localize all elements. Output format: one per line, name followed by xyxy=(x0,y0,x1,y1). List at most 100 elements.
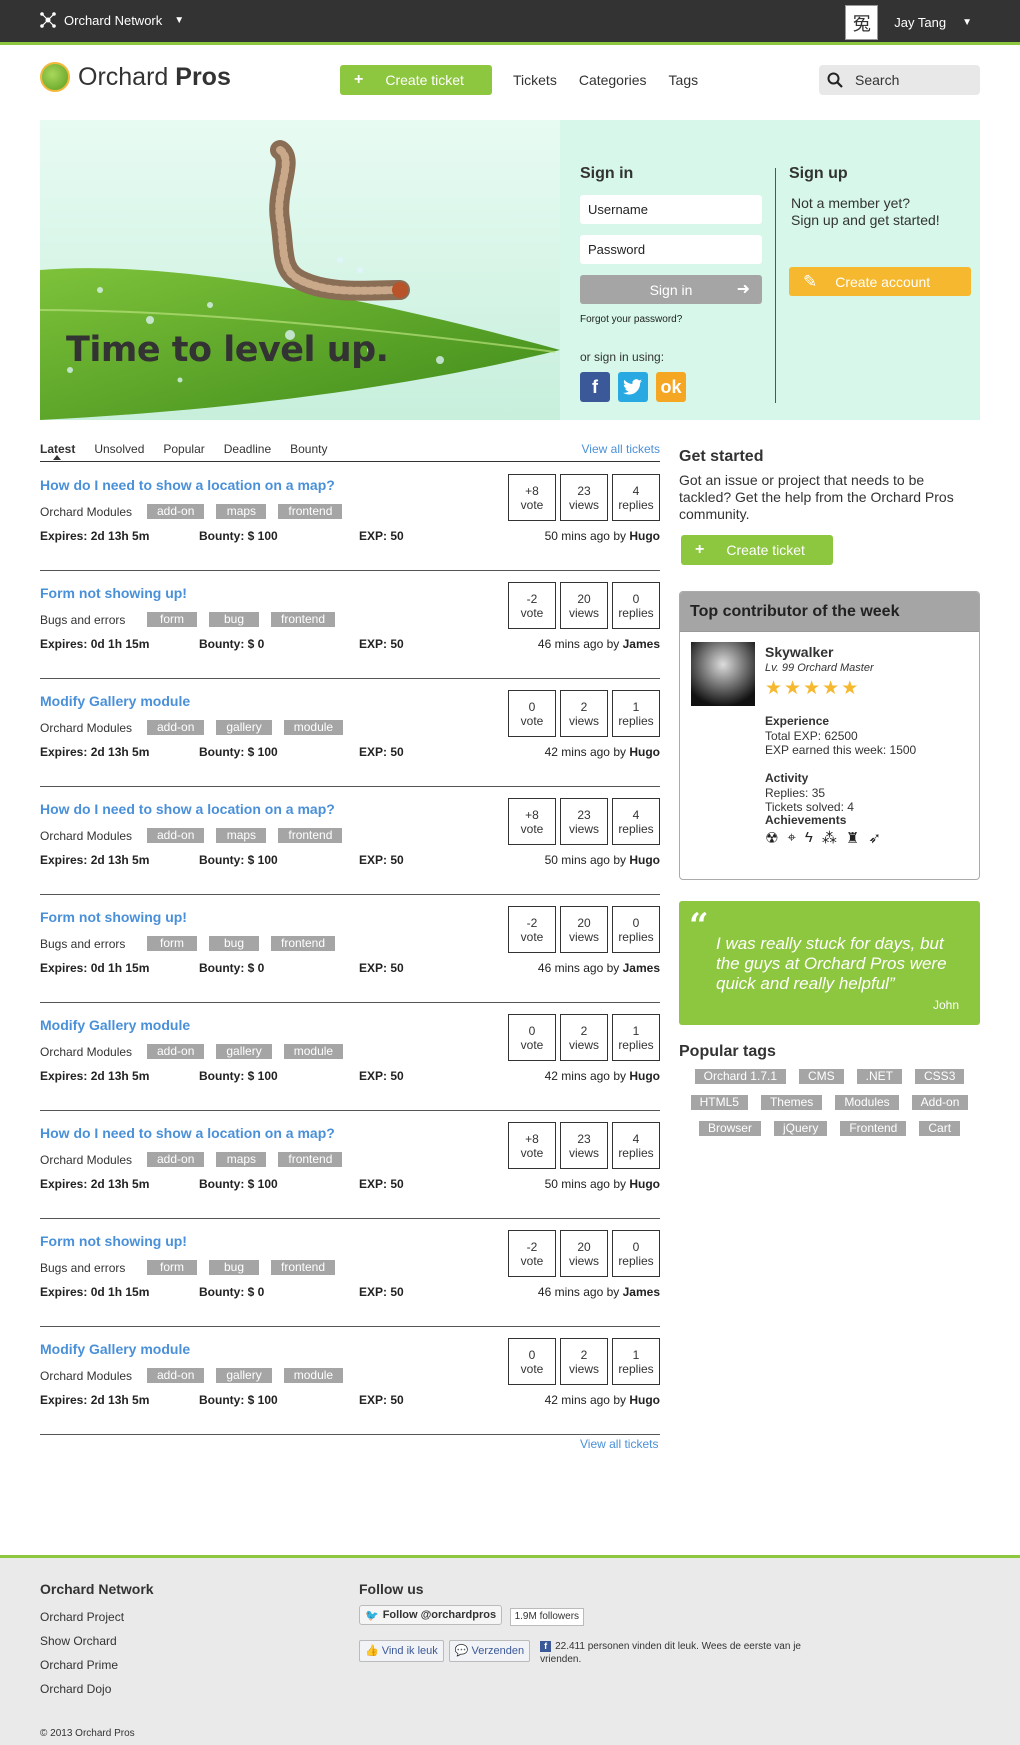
ticket-author[interactable]: James xyxy=(623,1285,660,1299)
ticket-category[interactable]: Orchard Modules xyxy=(40,829,132,843)
tag[interactable]: add-on xyxy=(147,1368,205,1383)
ticket-author[interactable]: James xyxy=(623,637,660,651)
vote-count[interactable]: 0 vote xyxy=(508,1014,556,1061)
tag[interactable]: form xyxy=(147,936,197,951)
popular-tag[interactable]: Cart xyxy=(919,1121,961,1136)
tag[interactable]: add-on xyxy=(147,504,205,519)
nav-categories[interactable]: Categories xyxy=(579,72,647,88)
twitter-icon[interactable] xyxy=(618,372,648,402)
popular-tag[interactable]: Add-on xyxy=(911,1095,969,1110)
ticket-title[interactable]: Form not showing up! xyxy=(40,585,187,601)
vote-count[interactable]: -2 vote xyxy=(508,582,556,629)
ticket-author[interactable]: Hugo xyxy=(629,529,660,543)
twitter-follow-button[interactable]: 🐦 Follow @orchardpros xyxy=(359,1605,503,1625)
ticket-title[interactable]: Form not showing up! xyxy=(40,1233,187,1249)
tab-popular[interactable]: Popular xyxy=(163,442,204,461)
sign-in-button[interactable]: Sign in ➜ xyxy=(580,275,762,304)
popular-tag[interactable]: Themes xyxy=(760,1095,823,1110)
network-menu[interactable]: Orchard Network ▼ xyxy=(40,12,184,28)
tag[interactable]: module xyxy=(283,720,344,735)
tab-unsolved[interactable]: Unsolved xyxy=(94,442,144,461)
odnoklassniki-icon[interactable]: ok xyxy=(656,372,686,402)
tag[interactable]: add-on xyxy=(147,828,205,843)
tag[interactable]: bug xyxy=(209,936,259,951)
user-menu[interactable]: 冤 Jay Tang ▼ xyxy=(845,5,972,40)
logo[interactable]: Orchard Pros xyxy=(40,62,231,92)
tag[interactable]: frontend xyxy=(278,1152,343,1167)
view-all-tickets-link[interactable]: View all tickets xyxy=(580,1437,658,1451)
ticket-author[interactable]: James xyxy=(623,961,660,975)
tag[interactable]: gallery xyxy=(216,720,272,735)
ticket-author[interactable]: Hugo xyxy=(629,1069,660,1083)
ticket-title[interactable]: Modify Gallery module xyxy=(40,1341,190,1357)
tab-bounty[interactable]: Bounty xyxy=(290,442,327,461)
ticket-author[interactable]: Hugo xyxy=(629,1177,660,1191)
popular-tag[interactable]: CSS3 xyxy=(915,1069,965,1084)
rocket-icon[interactable]: ➶ xyxy=(868,829,881,847)
forgot-password-link[interactable]: Forgot your password? xyxy=(580,314,762,325)
ticket-author[interactable]: Hugo xyxy=(629,853,660,867)
facebook-like-button[interactable]: 👍 Vind ik leuk xyxy=(359,1639,444,1662)
stars-icon[interactable]: ⁂ xyxy=(822,829,837,847)
vote-count[interactable]: +8 vote xyxy=(508,798,556,845)
ticket-category[interactable]: Bugs and errors xyxy=(40,937,125,951)
tag[interactable]: maps xyxy=(216,828,267,843)
ticket-category[interactable]: Orchard Modules xyxy=(40,1153,132,1167)
create-ticket-button[interactable]: + Create ticket xyxy=(340,65,492,95)
tag[interactable]: frontend xyxy=(278,828,343,843)
footer-link[interactable]: Orchard Project xyxy=(40,1605,154,1629)
ticket-category[interactable]: Orchard Modules xyxy=(40,505,132,519)
vote-count[interactable]: 0 vote xyxy=(508,1338,556,1385)
tag[interactable]: bug xyxy=(209,612,259,627)
ticket-title[interactable]: Modify Gallery module xyxy=(40,1017,190,1033)
tag[interactable]: maps xyxy=(216,1152,267,1167)
nav-tags[interactable]: Tags xyxy=(669,72,699,88)
facebook-send-button[interactable]: 💬 Verzenden xyxy=(448,1639,531,1662)
vote-count[interactable]: +8 vote xyxy=(508,474,556,521)
ticket-category[interactable]: Bugs and errors xyxy=(40,613,125,627)
tag[interactable]: maps xyxy=(216,504,267,519)
vote-count[interactable]: -2 vote xyxy=(508,1230,556,1277)
ticket-title[interactable]: Modify Gallery module xyxy=(40,693,190,709)
vote-count[interactable]: +8 vote xyxy=(508,1122,556,1169)
tag[interactable]: module xyxy=(283,1044,344,1059)
tag[interactable]: form xyxy=(147,1260,197,1275)
popular-tag[interactable]: jQuery xyxy=(773,1121,828,1136)
ticket-author[interactable]: Hugo xyxy=(629,745,660,759)
ticket-category[interactable]: Orchard Modules xyxy=(40,1369,132,1383)
contributor-name[interactable]: Skywalker xyxy=(765,644,834,660)
ticket-category[interactable]: Bugs and errors xyxy=(40,1261,125,1275)
trophy-icon[interactable]: ♜ xyxy=(846,829,859,847)
ticket-author[interactable]: Hugo xyxy=(629,1393,660,1407)
password-field[interactable] xyxy=(580,235,762,264)
radiation-icon[interactable]: ☢ xyxy=(765,829,778,847)
footer-link[interactable]: Orchard Prime xyxy=(40,1653,154,1677)
tag[interactable]: add-on xyxy=(147,720,205,735)
popular-tag[interactable]: Frontend xyxy=(840,1121,907,1136)
tag[interactable]: add-on xyxy=(147,1044,205,1059)
facebook-icon[interactable]: f xyxy=(580,372,610,402)
ticket-title[interactable]: How do I need to show a location on a ma… xyxy=(40,477,335,493)
ticket-title[interactable]: How do I need to show a location on a ma… xyxy=(40,801,335,817)
tag[interactable]: bug xyxy=(209,1260,259,1275)
username-field[interactable] xyxy=(580,195,762,224)
vote-count[interactable]: -2 vote xyxy=(508,906,556,953)
vote-count[interactable]: 0 vote xyxy=(508,690,556,737)
tag[interactable]: frontend xyxy=(278,504,343,519)
tag[interactable]: add-on xyxy=(147,1152,205,1167)
tag[interactable]: frontend xyxy=(271,936,336,951)
contributor-photo[interactable] xyxy=(691,642,755,706)
lightning-icon[interactable]: ϟ xyxy=(805,829,813,847)
create-ticket-button[interactable]: + Create ticket xyxy=(681,535,833,565)
view-all-tickets-link[interactable]: View all tickets xyxy=(582,442,660,456)
tab-deadline[interactable]: Deadline xyxy=(224,442,271,461)
nav-tickets[interactable]: Tickets xyxy=(513,72,557,88)
footer-link[interactable]: Orchard Dojo xyxy=(40,1677,154,1701)
crosshair-icon[interactable]: ⌖ xyxy=(787,829,795,847)
popular-tag[interactable]: Orchard 1.7.1 xyxy=(694,1069,786,1084)
ticket-category[interactable]: Orchard Modules xyxy=(40,1045,132,1059)
tag[interactable]: frontend xyxy=(271,1260,336,1275)
tag[interactable]: gallery xyxy=(216,1368,272,1383)
popular-tag[interactable]: Browser xyxy=(698,1121,761,1136)
popular-tag[interactable]: CMS xyxy=(799,1069,844,1084)
